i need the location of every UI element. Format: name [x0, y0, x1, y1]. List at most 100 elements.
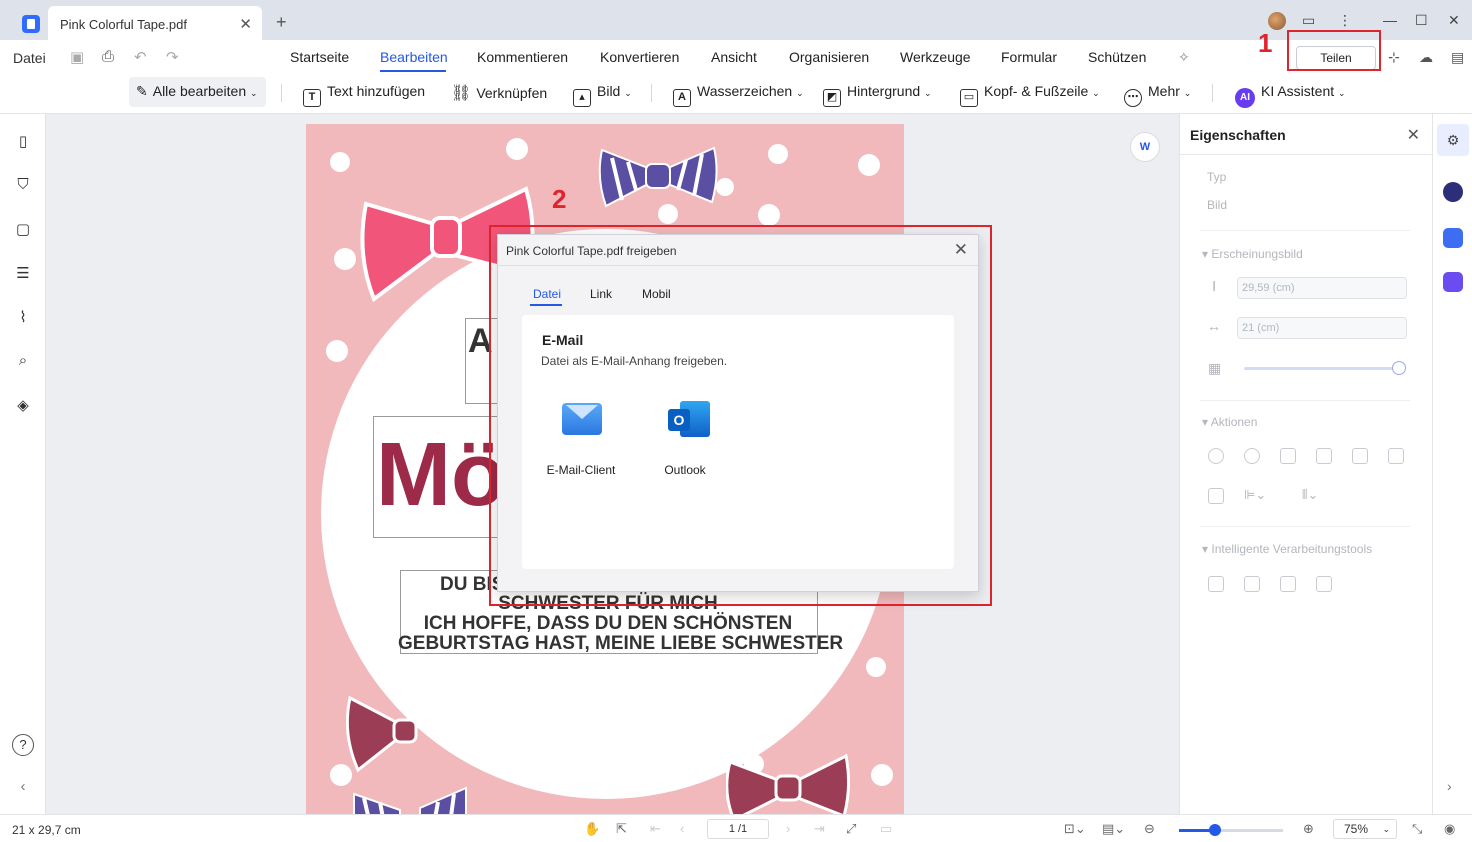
menu-ansicht[interactable]: Ansicht [711, 49, 757, 65]
properties-toggle-icon[interactable]: ⚙ [1437, 124, 1469, 156]
dialog-divider [498, 265, 978, 266]
menu-konvertieren[interactable]: Konvertieren [600, 49, 679, 65]
zoom-level-select[interactable]: 75% ⌄ [1333, 819, 1397, 839]
undo-icon[interactable]: ↶ [134, 48, 147, 66]
minimize-icon[interactable]: — [1383, 12, 1397, 28]
lightbulb-icon[interactable]: ✧ [1178, 49, 1190, 66]
translate-icon[interactable] [1443, 228, 1463, 248]
page-name-partial: Mö [376, 425, 506, 525]
width-input[interactable]: 21 (cm) [1237, 317, 1407, 339]
new-tab-icon[interactable]: + [276, 12, 287, 33]
cloud-upload-icon[interactable]: ☁ [1419, 49, 1433, 66]
menu-werkzeuge[interactable]: Werkzeuge [900, 49, 971, 65]
page-thumbnail-icon[interactable]: ▯ [14, 132, 32, 150]
align-icon[interactable]: ⊫⌄ [1244, 487, 1266, 503]
smart-tools-header: ▾ Intelligente Verarbeitungstools [1202, 542, 1373, 556]
height-input[interactable]: 29,59 (cm) [1237, 277, 1407, 299]
page-number-input[interactable]: 1 /1 [707, 819, 769, 839]
ai-remove-bg-icon[interactable] [1316, 576, 1332, 592]
close-window-icon[interactable]: ✕ [1448, 12, 1460, 29]
redo-icon[interactable]: ↷ [166, 48, 179, 66]
zoom-slider-thumb[interactable] [1209, 824, 1222, 836]
image-convert-icon[interactable] [1244, 576, 1260, 592]
more-button[interactable]: ⋯ Mehr ⌄ [1124, 83, 1191, 107]
menu-kommentieren[interactable]: Kommentieren [477, 49, 568, 65]
outlook-option[interactable]: O Outlook [640, 397, 730, 477]
collapse-right-icon[interactable]: › [1447, 778, 1452, 794]
save-icon[interactable]: ▣ [70, 48, 84, 66]
flip-vertical-icon[interactable] [1316, 448, 1332, 464]
replace-image-icon[interactable] [1388, 448, 1404, 464]
ocr-icon[interactable] [1208, 576, 1224, 592]
tab-mobil[interactable]: Mobil [642, 287, 671, 301]
print-icon[interactable]: ⎙ [102, 48, 114, 65]
opacity-icon: ▦ [1208, 360, 1222, 376]
first-page-icon[interactable]: ⇤ [650, 821, 661, 837]
distribute-icon[interactable]: ⫴⌄ [1302, 487, 1318, 503]
watermark-button[interactable]: A Wasserzeichen ⌄ [673, 83, 804, 107]
network-icon[interactable]: ⊹ [1388, 49, 1400, 66]
fullscreen-icon[interactable]: ⤡ [1412, 821, 1422, 837]
document-tab[interactable]: Pink Colorful Tape.pdf ✕ [48, 6, 262, 44]
divider [1200, 526, 1410, 527]
menu-file[interactable]: Datei [13, 50, 46, 66]
ai-assistant-button[interactable]: AI KI Assistent ⌄ [1235, 83, 1346, 108]
zoom-slider[interactable] [1179, 829, 1283, 832]
select-tool-icon[interactable]: ⇱ [616, 821, 627, 837]
opacity-slider[interactable] [1244, 367, 1400, 370]
crop-icon[interactable] [1352, 448, 1368, 464]
image-button[interactable]: ▴ Bild ⌄ [573, 83, 632, 107]
page-layout-icon[interactable]: ⊡⌄ [1064, 821, 1086, 837]
striped-bow-icon [598, 146, 718, 208]
edit-all-item[interactable]: ✎ Alle bearbeiten ⌄ [136, 83, 258, 100]
bookmark-icon[interactable]: ⛉ [14, 176, 32, 194]
search-icon[interactable]: ⌕ [14, 352, 32, 370]
menu-schuetzen[interactable]: Schützen [1088, 49, 1146, 65]
menu-organisieren[interactable]: Organisieren [789, 49, 869, 65]
ai-image-icon[interactable] [1280, 576, 1296, 592]
word-convert-icon[interactable]: W [1130, 132, 1160, 162]
last-page-icon[interactable]: ⇥ [814, 821, 825, 837]
prev-page-icon[interactable]: ‹ [680, 821, 684, 836]
link-button[interactable]: ⛓ Verknüpfen [451, 83, 547, 103]
save-image-icon[interactable] [1208, 488, 1224, 504]
hand-tool-icon[interactable]: ✋ [584, 821, 600, 837]
flip-horizontal-icon[interactable] [1280, 448, 1296, 464]
tab-datei[interactable]: Datei [533, 287, 561, 301]
email-client-option[interactable]: E-Mail-Client [536, 397, 626, 477]
close-tab-icon[interactable]: ✕ [239, 15, 252, 33]
menu-startseite[interactable]: Startseite [290, 49, 349, 65]
help-icon[interactable]: ? [12, 734, 34, 756]
zoom-out-icon[interactable]: ⊖ [1144, 821, 1155, 837]
next-page-icon[interactable]: › [786, 821, 790, 836]
ai-chat-icon[interactable] [1443, 182, 1463, 202]
dialog-close-icon[interactable]: ✕ [954, 240, 968, 260]
panel-toggle-icon[interactable]: ▤ [1451, 49, 1464, 66]
more-vertical-icon[interactable]: ⋮ [1338, 12, 1352, 29]
fit-width-icon[interactable]: ▭ [880, 821, 892, 837]
collapse-left-icon[interactable]: ‹ [14, 778, 32, 796]
polka-dot [326, 340, 348, 362]
scroll-mode-icon[interactable]: ▤⌄ [1102, 821, 1125, 837]
attachment-icon[interactable]: ⌇ [14, 308, 32, 326]
feedback-icon[interactable]: ▭ [1302, 12, 1315, 29]
fields-icon[interactable]: ☰ [14, 264, 32, 282]
tab-link[interactable]: Link [590, 287, 612, 301]
zoom-in-icon[interactable]: ⊕ [1303, 821, 1314, 837]
checklist-icon[interactable] [1443, 272, 1463, 292]
menu-formular[interactable]: Formular [1001, 49, 1057, 65]
opacity-slider-thumb[interactable] [1392, 361, 1406, 375]
header-footer-button[interactable]: ▭ Kopf- & Fußzeile ⌄ [960, 83, 1100, 107]
comment-icon[interactable]: ▢ [14, 220, 32, 238]
menu-bearbeiten[interactable]: Bearbeiten [380, 49, 448, 65]
fit-page-icon[interactable]: ⤢ [846, 821, 856, 837]
add-text-button[interactable]: T Text hinzufügen [303, 83, 425, 107]
add-text-label: Text hinzufügen [327, 83, 426, 99]
maximize-icon[interactable]: ☐ [1415, 12, 1428, 29]
rotate-right-icon[interactable] [1244, 448, 1260, 464]
background-button[interactable]: ◩ Hintergrund ⌄ [823, 83, 932, 107]
reading-mode-icon[interactable]: ◉ [1444, 821, 1455, 837]
layers-icon[interactable]: ◈ [14, 396, 32, 414]
properties-close-icon[interactable]: ✕ [1407, 125, 1420, 145]
rotate-left-icon[interactable] [1208, 448, 1224, 464]
